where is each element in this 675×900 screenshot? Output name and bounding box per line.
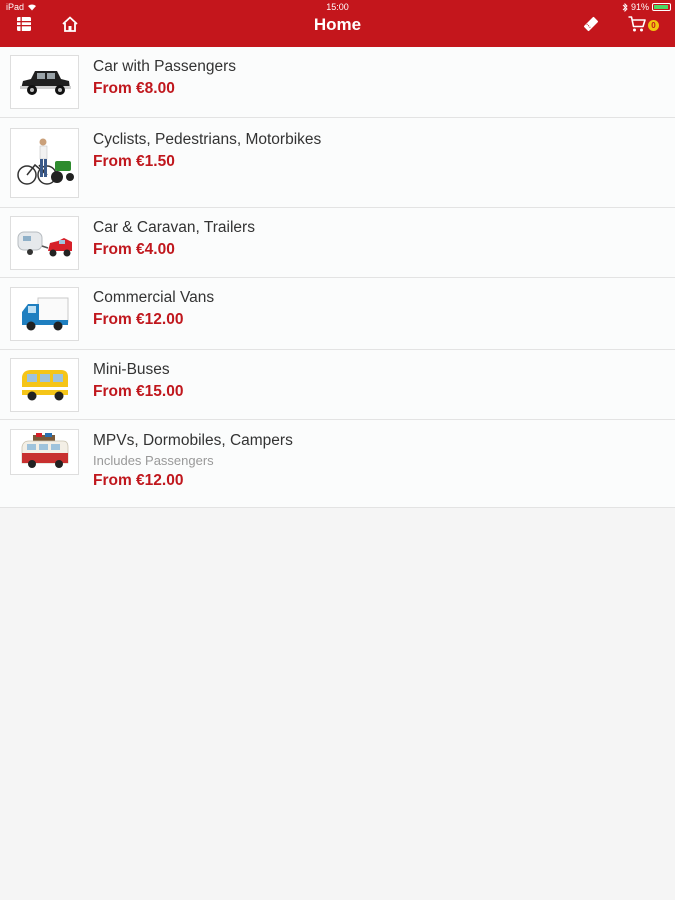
- item-subtitle: Includes Passengers: [93, 453, 214, 468]
- item-price: From €12.00: [93, 472, 184, 489]
- list-item-text: Car & Caravan, Trailers From €4.00: [93, 219, 255, 259]
- list-item-car[interactable]: Car with Passengers From €8.00: [0, 47, 675, 118]
- caravan-icon: [10, 216, 79, 270]
- ticket-icon[interactable]: [581, 14, 601, 34]
- item-title: MPVs, Dormobiles, Campers: [93, 432, 293, 449]
- list-item-text: Car with Passengers From €8.00: [93, 58, 236, 98]
- van-icon: [10, 287, 79, 341]
- item-price: From €4.00: [93, 241, 175, 258]
- vehicle-list: Car with Passengers From €8.00 Cyclists,…: [0, 47, 675, 508]
- item-title: Commercial Vans: [93, 289, 215, 306]
- item-title: Cyclists, Pedestrians, Motorbikes: [93, 131, 322, 148]
- list-item-vans[interactable]: Commercial Vans From €12.00: [0, 278, 675, 350]
- item-price: From €15.00: [93, 383, 184, 400]
- status-bar-right: 91%: [622, 2, 671, 12]
- list-item-text: Cyclists, Pedestrians, Motorbikes From €…: [93, 131, 321, 171]
- camper-icon: [10, 429, 79, 475]
- page-title: Home: [313, 15, 362, 34]
- item-price: From €1.50: [93, 153, 175, 170]
- item-title: Mini-Buses: [93, 361, 170, 378]
- minibus-icon: [10, 358, 79, 412]
- item-price: From €12.00: [93, 311, 184, 328]
- battery-percent: 91%: [630, 2, 649, 12]
- car-icon: [10, 55, 79, 109]
- item-title: Car & Caravan, Trailers: [93, 219, 255, 236]
- cart-icon[interactable]: [627, 14, 647, 34]
- app-header: iPad 15:00 91% Home 0: [0, 0, 675, 47]
- list-item-minibuses[interactable]: Mini-Buses From €15.00: [0, 350, 675, 420]
- list-item-caravan[interactable]: Car & Caravan, Trailers From €4.00: [0, 208, 675, 278]
- list-item-text: Commercial Vans From €12.00: [93, 289, 214, 329]
- list-item-cyclists[interactable]: Cyclists, Pedestrians, Motorbikes From €…: [0, 118, 675, 208]
- item-price: From €8.00: [93, 80, 175, 97]
- item-title: Car with Passengers: [93, 58, 237, 75]
- list-item-text: MPVs, Dormobiles, Campers Includes Passe…: [93, 432, 293, 490]
- cart-count-badge: 0: [648, 20, 659, 31]
- status-time: 15:00: [326, 2, 349, 12]
- battery-icon: [652, 3, 671, 11]
- list-item-text: Mini-Buses From €15.00: [93, 361, 183, 401]
- cyclist-icon: [10, 128, 79, 198]
- list-item-campers[interactable]: MPVs, Dormobiles, Campers Includes Passe…: [0, 420, 675, 508]
- bluetooth-icon: [622, 2, 628, 12]
